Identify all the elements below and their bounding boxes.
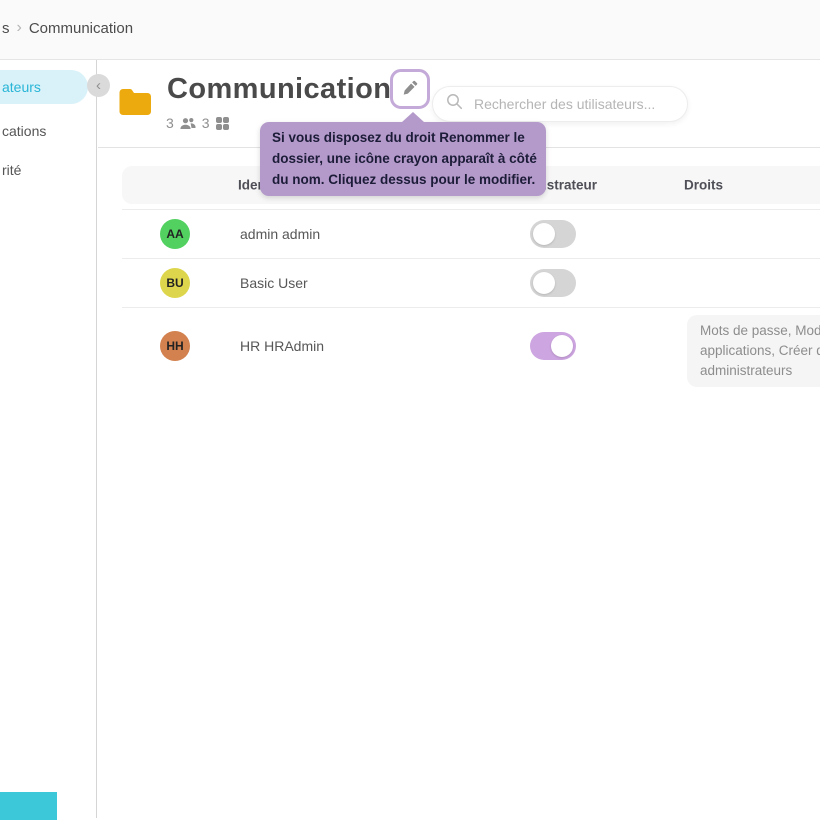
admin-toggle[interactable] [530, 332, 576, 360]
page-title: Communication [167, 73, 391, 106]
folder-icon [118, 87, 152, 121]
rename-tooltip: Si vous disposez du droit Renommer le do… [260, 122, 546, 196]
toggle-knob [551, 335, 573, 357]
tooltip-line: du nom. Cliquez dessus pour le modifier. [272, 169, 537, 190]
tooltip-line: dossier, une icône crayon apparaît à côt… [272, 148, 537, 169]
pencil-icon [402, 79, 419, 99]
chevron-left-icon: ‹ [96, 77, 101, 94]
users-count: 3 [166, 115, 174, 131]
rights-line: applications, Créer des [700, 341, 820, 361]
breadcrumb-current: Communication [29, 20, 133, 37]
user-name: HR HRAdmin [240, 338, 324, 354]
sidebar-item-label: ateurs [2, 79, 41, 95]
toggle-knob [533, 272, 555, 294]
table-row[interactable]: AA admin admin [122, 209, 820, 258]
groups-grid-icon [216, 117, 229, 130]
tooltip-line: Si vous disposez du droit Renommer le [272, 127, 537, 148]
rights-line: administrateurs [700, 361, 820, 381]
table-row[interactable]: HH HR HRAdmin Mots de passe, Modifier le… [122, 307, 820, 384]
breadcrumb: s › Communication [2, 20, 133, 37]
admin-toggle[interactable] [530, 269, 576, 297]
table-row[interactable]: BU Basic User [122, 258, 820, 307]
breadcrumb-separator-icon: › [17, 19, 22, 37]
groups-count: 3 [202, 115, 210, 131]
bottom-left-cyan-panel [0, 792, 57, 820]
toggle-knob [533, 223, 555, 245]
sidebar-item-applications[interactable]: cations [2, 123, 46, 139]
rights-badge: Mots de passe, Modifier les applications… [687, 315, 820, 387]
users-icon [180, 117, 196, 130]
sidebar-item-label: cations [2, 123, 46, 139]
breadcrumb-parent-fragment[interactable]: s [2, 20, 10, 37]
rights-line: Mots de passe, Modifier les [700, 321, 820, 341]
search-bar [432, 86, 688, 122]
top-bar: s › Communication [0, 0, 820, 60]
user-name: Basic User [240, 275, 308, 291]
sidebar-item-utilisateurs[interactable]: ateurs [0, 70, 88, 104]
column-header-rights: Droits [684, 178, 723, 193]
search-input[interactable] [472, 95, 686, 113]
sidebar-item-securite[interactable]: rité [2, 162, 21, 178]
search-icon [446, 93, 463, 115]
sidebar-item-label: rité [2, 162, 21, 178]
avatar: AA [160, 219, 190, 249]
avatar: HH [160, 331, 190, 361]
avatar: BU [160, 268, 190, 298]
users-table: AA admin admin BU Basic User HH HR HRAdm… [122, 209, 820, 384]
sidebar: ateurs cations rité [0, 60, 97, 818]
folder-stats: 3 3 [166, 115, 229, 131]
sidebar-collapse-button[interactable]: ‹ [87, 74, 110, 97]
rename-folder-button[interactable] [390, 69, 430, 109]
user-name: admin admin [240, 226, 320, 242]
admin-toggle[interactable] [530, 220, 576, 248]
tooltip-arrow-icon [402, 112, 424, 122]
